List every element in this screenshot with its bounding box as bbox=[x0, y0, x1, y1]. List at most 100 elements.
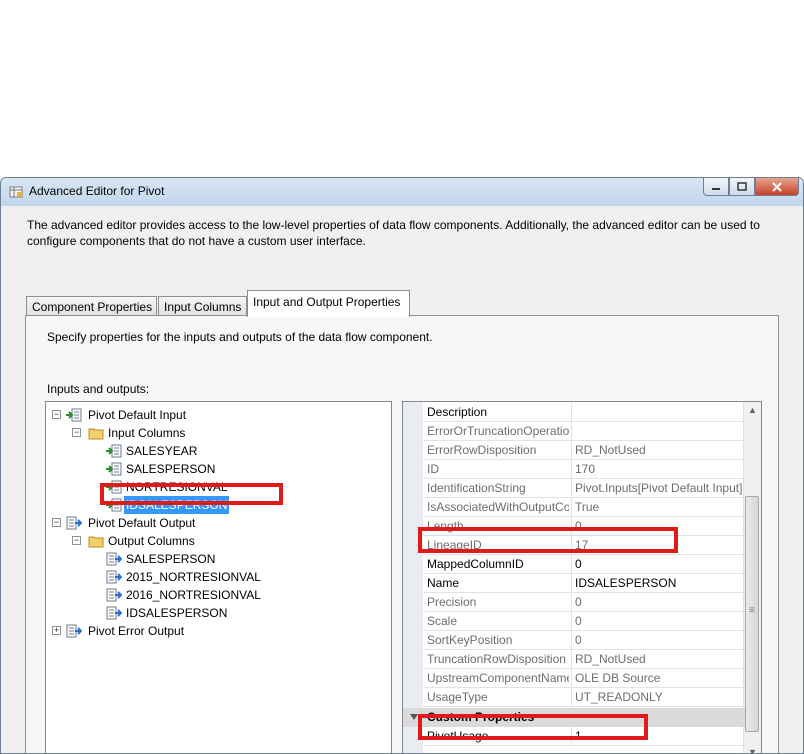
tree-node-label: SALESPERSON bbox=[126, 552, 216, 566]
tree-node[interactable]: IDSALESPERSON bbox=[46, 604, 386, 622]
highlight-box-idsalesperson bbox=[100, 483, 283, 505]
property-name: Name bbox=[427, 576, 460, 590]
property-value[interactable]: 0 bbox=[575, 595, 745, 609]
tree-node[interactable]: − Input Columns bbox=[46, 424, 386, 442]
property-value[interactable]: 170 bbox=[575, 462, 745, 476]
property-row[interactable]: ID 170 bbox=[423, 460, 745, 479]
property-separator bbox=[571, 688, 572, 707]
property-row[interactable]: Description bbox=[423, 403, 745, 422]
window-title: Advanced Editor for Pivot bbox=[29, 184, 165, 198]
property-name: ID bbox=[427, 462, 439, 476]
property-separator bbox=[571, 650, 572, 669]
scroll-up-icon[interactable]: ▲ bbox=[748, 405, 757, 415]
tree-node[interactable]: SALESYEAR bbox=[46, 442, 386, 460]
property-separator bbox=[571, 669, 572, 688]
property-value[interactable]: 0 bbox=[575, 557, 745, 571]
property-row[interactable]: Scale 0 bbox=[423, 612, 745, 631]
maximize-button[interactable] bbox=[729, 178, 755, 196]
tree-node[interactable]: + Pivot Error Output bbox=[46, 622, 386, 640]
property-separator bbox=[571, 555, 572, 574]
expand-icon[interactable]: + bbox=[52, 626, 61, 635]
property-separator bbox=[571, 403, 572, 422]
collapse-icon[interactable]: − bbox=[72, 536, 81, 545]
property-row[interactable]: TruncationRowDisposition RD_NotUsed bbox=[423, 650, 745, 669]
output-icon bbox=[66, 516, 83, 530]
window-controls bbox=[703, 178, 799, 198]
collapse-icon[interactable]: − bbox=[72, 428, 81, 437]
folder-icon bbox=[88, 426, 104, 440]
collapse-icon[interactable]: − bbox=[52, 410, 61, 419]
property-separator bbox=[571, 593, 572, 612]
property-row[interactable]: ErrorRowDisposition RD_NotUsed bbox=[423, 441, 745, 460]
title-bar[interactable]: Advanced Editor for Pivot bbox=[1, 178, 803, 207]
collapse-triangle-icon[interactable] bbox=[410, 714, 418, 720]
property-row[interactable]: Name IDSALESPERSON bbox=[423, 574, 745, 593]
tree-node-label: SALESYEAR bbox=[126, 444, 198, 458]
output-column-icon bbox=[106, 588, 123, 602]
property-name: IsAssociatedWithOutputColumn bbox=[427, 500, 569, 514]
editor-description: The advanced editor provides access to t… bbox=[27, 218, 760, 248]
grid-scrollbar[interactable]: ▲ ≡ ▼ bbox=[743, 402, 761, 753]
property-row[interactable]: SortKeyPosition 0 bbox=[423, 631, 745, 650]
inputs-outputs-tree[interactable]: − Pivot Default Input − Input Columns SALESY… bbox=[45, 401, 392, 753]
input-column-icon bbox=[106, 462, 122, 476]
scroll-grip-icon: ≡ bbox=[749, 605, 755, 616]
collapse-icon[interactable]: − bbox=[52, 518, 61, 527]
property-value[interactable]: RD_NotUsed bbox=[575, 443, 745, 457]
tree-node-label: Pivot Error Output bbox=[88, 624, 185, 638]
input-column-icon bbox=[106, 444, 122, 458]
tree-node[interactable]: 2016_NORTRESIONVAL bbox=[46, 586, 386, 604]
dialog-content: The advanced editor provides access to t… bbox=[1, 206, 803, 753]
scroll-down-icon[interactable]: ▼ bbox=[748, 747, 757, 753]
tab-input-output-properties[interactable]: Input and Output Properties bbox=[247, 290, 410, 317]
output-icon bbox=[66, 624, 83, 638]
property-row[interactable]: IsAssociatedWithOutputColumn True bbox=[423, 498, 745, 517]
property-value[interactable]: 0 bbox=[575, 633, 745, 647]
tree-node[interactable]: SALESPERSON bbox=[46, 550, 386, 568]
tree-node-label: 2015_NORTRESIONVAL bbox=[126, 570, 261, 584]
property-name: Scale bbox=[427, 614, 458, 628]
property-row[interactable]: ErrorOrTruncationOperation bbox=[423, 422, 745, 441]
property-value[interactable]: IDSALESPERSON bbox=[575, 576, 745, 590]
property-grid[interactable]: ▲ ≡ ▼ Description ErrorOrTruncationOperat… bbox=[402, 401, 762, 753]
tab-component-properties[interactable]: Component Properties bbox=[26, 296, 157, 316]
property-row[interactable]: UpstreamComponentName OLE DB Source bbox=[423, 669, 745, 688]
scroll-thumb[interactable]: ≡ bbox=[745, 496, 759, 732]
property-name: UsageType bbox=[427, 690, 488, 704]
maximize-icon bbox=[737, 182, 747, 191]
tree-node-label: Pivot Default Output bbox=[88, 516, 196, 530]
property-value[interactable]: OLE DB Source bbox=[575, 671, 745, 685]
tree-node[interactable]: − Output Columns bbox=[46, 532, 386, 550]
output-column-icon bbox=[106, 570, 123, 584]
output-column-icon bbox=[106, 552, 123, 566]
property-name: Description bbox=[427, 405, 488, 419]
property-row[interactable]: MappedColumnID 0 bbox=[423, 555, 745, 574]
property-value[interactable]: True bbox=[575, 500, 745, 514]
tree-node[interactable]: 2015_NORTRESIONVAL bbox=[46, 568, 386, 586]
property-name: IdentificationString bbox=[427, 481, 526, 495]
property-name: SortKeyPosition bbox=[427, 633, 513, 647]
property-row[interactable]: UsageType UT_READONLY bbox=[423, 688, 745, 707]
input-icon bbox=[66, 408, 82, 422]
tree-node[interactable]: − Pivot Default Output bbox=[46, 514, 386, 532]
close-button[interactable] bbox=[755, 178, 799, 196]
panel-description: Specify properties for the inputs and ou… bbox=[47, 330, 433, 344]
property-value[interactable]: Pivot.Inputs[Pivot Default Input] bbox=[575, 481, 745, 495]
advanced-editor-window: Advanced Editor for Pivot The advanced e… bbox=[0, 177, 804, 754]
tree-node[interactable]: SALESPERSON bbox=[46, 460, 386, 478]
close-icon bbox=[772, 181, 782, 192]
property-value[interactable]: RD_NotUsed bbox=[575, 652, 745, 666]
grid-gutter bbox=[403, 402, 423, 753]
property-value[interactable]: UT_READONLY bbox=[575, 690, 745, 704]
folder-icon bbox=[88, 534, 104, 548]
minimize-button[interactable] bbox=[703, 178, 729, 196]
tree-node-label: Pivot Default Input bbox=[88, 408, 187, 422]
tree-node[interactable]: − Pivot Default Input bbox=[46, 406, 386, 424]
highlight-box-lineageid bbox=[418, 527, 678, 553]
property-row[interactable]: Precision 0 bbox=[423, 593, 745, 612]
property-row[interactable]: IdentificationString Pivot.Inputs[Pivot D… bbox=[423, 479, 745, 498]
output-column-icon bbox=[106, 606, 123, 620]
property-value[interactable]: 0 bbox=[575, 614, 745, 628]
minimize-icon bbox=[712, 187, 720, 190]
tab-input-columns[interactable]: Input Columns bbox=[158, 296, 247, 316]
